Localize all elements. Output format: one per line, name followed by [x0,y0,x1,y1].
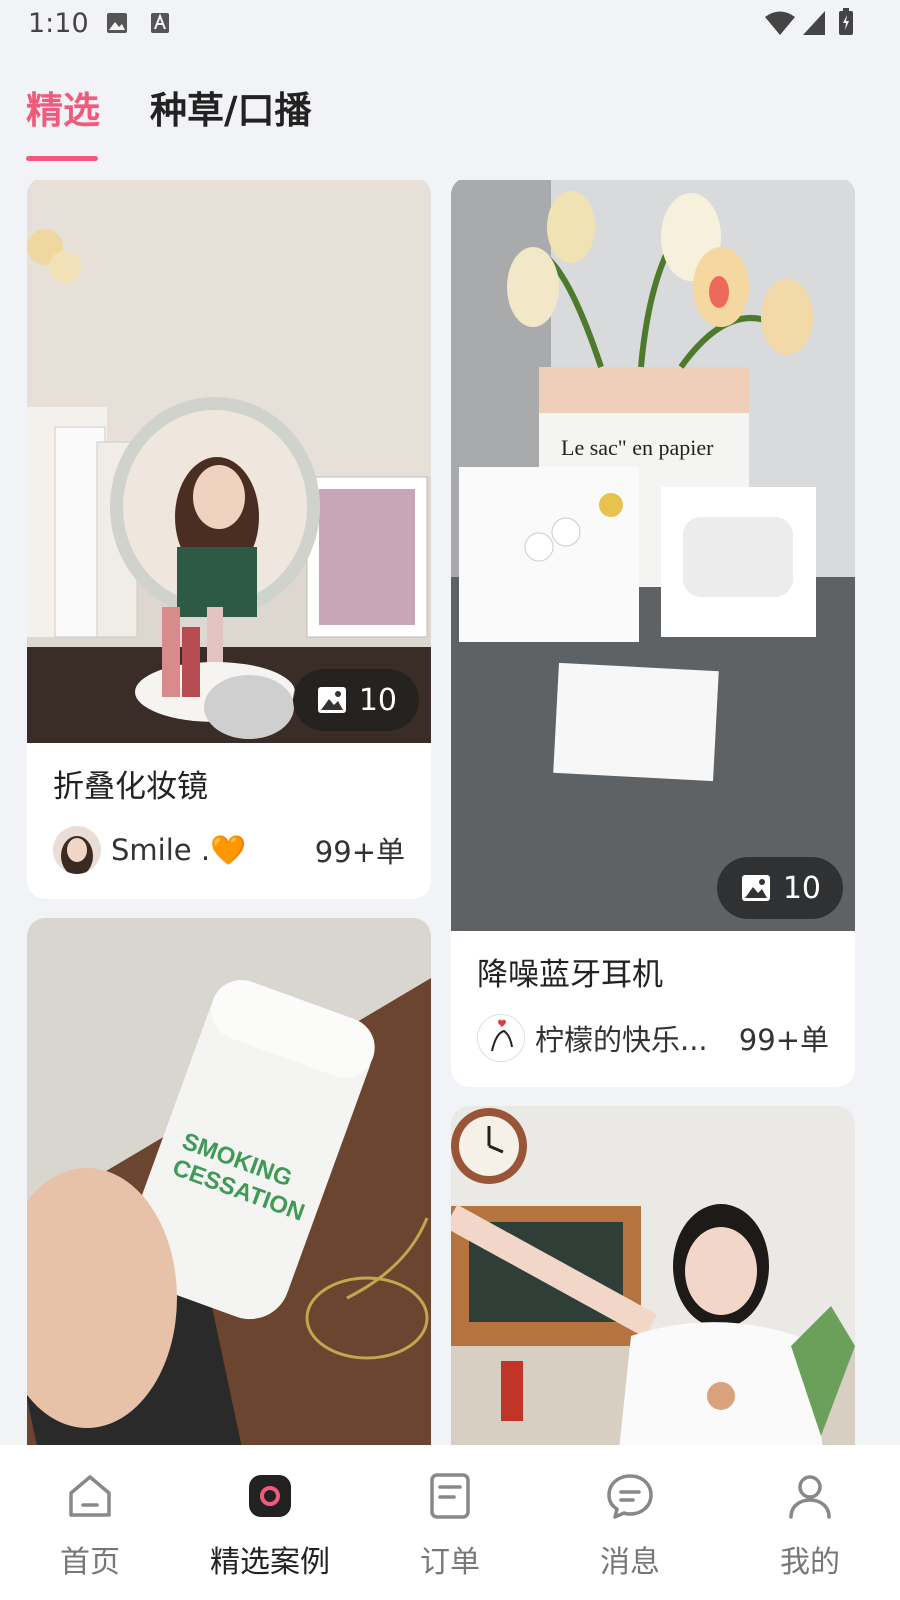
profile-icon [789,1475,831,1519]
wifi-icon [765,11,795,35]
case-image [451,1106,855,1445]
nav-profile[interactable]: 我的 [720,1445,900,1600]
image-count: 10 [358,682,397,718]
status-bar: 1:10 [0,0,900,50]
case-title: 降噪蓝牙耳机 [477,957,663,993]
nav-label: 消息 [600,1545,660,1580]
nav-label: 精选案例 [210,1545,330,1580]
nav-home[interactable]: 首页 [0,1445,180,1600]
image-count-badge: 10 [716,857,843,919]
home-icon [69,1475,111,1517]
gallery-icon [107,13,127,33]
image-icon [741,875,770,901]
svg-text:Le sac" en papier: Le sac" en papier [561,435,714,460]
nav-featured-cases[interactable]: 精选案例 [180,1445,360,1600]
message-icon [607,1474,653,1519]
author-name: Smile .🧡 [111,832,247,867]
nav-orders[interactable]: 订单 [360,1445,540,1600]
nav-label: 订单 [420,1545,480,1580]
case-image: Le sac" en papier [451,180,855,931]
image-icon [317,687,346,713]
tab-seeding-voiceover[interactable]: 种草/口播 [150,80,312,134]
case-card[interactable]: 10 折叠化妆镜 Smile .🧡 99+单 [27,180,431,899]
tab-featured[interactable]: 精选 [26,80,100,134]
orders-icon [430,1473,470,1519]
status-time: 1:10 [28,8,89,39]
category-tabs: 精选 种草/口播 [0,70,900,161]
nav-label: 首页 [60,1545,120,1580]
case-card[interactable]: Le sac" en papier 10 降噪蓝牙耳机 柠檬的快乐... 99+… [451,180,855,1087]
image-count: 10 [782,870,821,906]
bottom-nav: 首页 精选案例 订单 消息 我的 [0,1445,900,1600]
signal-icon [803,11,825,35]
case-title: 折叠化妆镜 [53,769,208,805]
nav-messages[interactable]: 消息 [540,1445,720,1600]
featured-cases-icon [249,1475,291,1517]
text-a-icon [151,13,169,33]
nav-label: 我的 [780,1545,840,1580]
case-meta: 柠檬的快乐... 99+单 [477,1013,829,1063]
case-image [27,180,431,743]
case-image: SMOKING CESSATION [27,918,431,1445]
case-card[interactable] [451,1106,855,1445]
active-tab-indicator [26,156,98,161]
case-meta: Smile .🧡 99+单 [53,825,405,875]
battery-charging-icon [839,8,853,35]
author-name: 柠檬的快乐... [535,1023,708,1057]
case-card[interactable]: SMOKING CESSATION [27,918,431,1445]
author-avatar [53,826,101,874]
case-feed[interactable]: 10 折叠化妆镜 Smile .🧡 99+单 Le sac" en papier… [0,180,900,1445]
order-count: 99+单 [314,835,405,869]
author-avatar [477,1014,525,1062]
image-count-badge: 10 [292,669,419,731]
order-count: 99+单 [738,1023,829,1057]
